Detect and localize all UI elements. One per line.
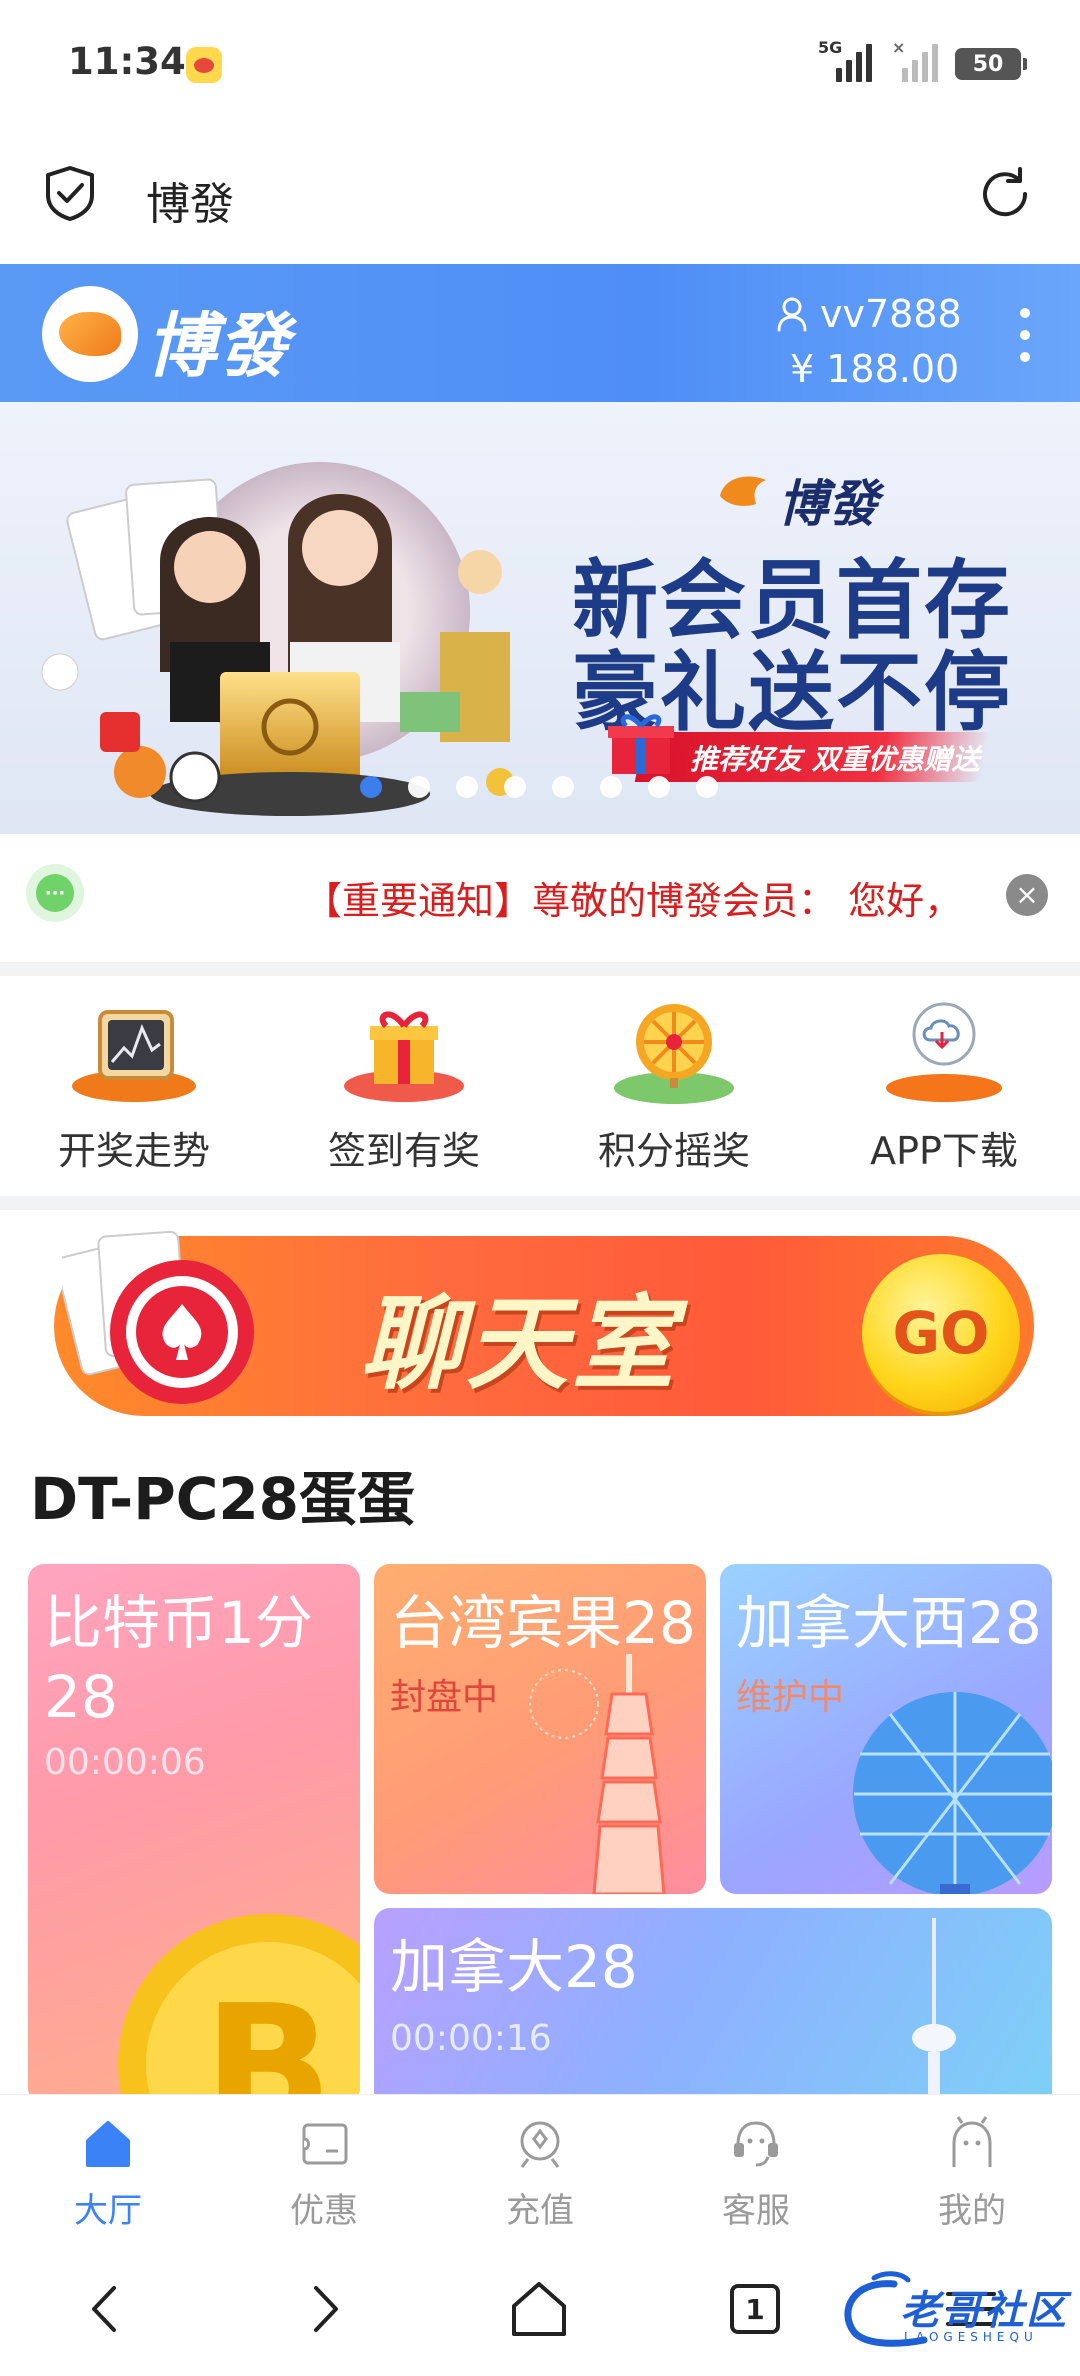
- notice-bar[interactable]: ··· 【重要通知】尊敬的博發会员： 您好， ×: [0, 834, 1080, 962]
- quick-item-signin[interactable]: 签到有奖: [294, 998, 514, 1188]
- gift-box-icon: [608, 714, 674, 774]
- recharge-icon: [520, 2121, 560, 2168]
- banner-ribbon-text: 推荐好友 双重优惠赠送: [690, 743, 980, 776]
- user-icon: [777, 297, 807, 332]
- game-name-line: 比特币1分: [44, 1589, 313, 1657]
- bitcoin-icon: B: [118, 1914, 360, 2104]
- quick-item-label: 开奖走势: [57, 1129, 210, 1173]
- quick-item-label: APP下载: [870, 1129, 1018, 1173]
- status-bar: 11:34 5G × 50: [0, 0, 1080, 130]
- banner-illustration: [41, 462, 514, 816]
- tabs-icon[interactable]: 1: [720, 2274, 790, 2344]
- tab-lobby[interactable]: 大厅: [38, 2115, 178, 2232]
- account-balance: ¥ 188.00: [790, 347, 960, 391]
- bottom-tab-bar: 大厅 优惠 充值 客服 我的: [0, 2094, 1080, 2244]
- tab-label: 充值: [506, 2191, 574, 2231]
- game-status: 封盘中: [390, 1677, 499, 1718]
- tab-count: 1: [730, 2284, 780, 2334]
- geodesic-dome-icon: [853, 1692, 1052, 1894]
- prize-wheel-icon: [614, 1004, 734, 1104]
- forward-icon[interactable]: [288, 2274, 358, 2344]
- chat-room-go-button[interactable]: GO: [862, 1254, 1020, 1412]
- promo-banner[interactable]: 博發 新会员首存 豪礼送不停 推荐好友 双重优惠赠送: [0, 402, 1080, 834]
- tab-promotions[interactable]: 优惠: [254, 2115, 394, 2232]
- carousel-dot[interactable]: [408, 776, 430, 798]
- tab-label: 大厅: [74, 2191, 142, 2231]
- tab-profile[interactable]: 我的: [902, 2115, 1042, 2232]
- app-header: 博發 vv7888 ¥ 188.00: [0, 264, 1080, 402]
- battery-icon: 50: [955, 48, 1027, 80]
- quick-item-lottery[interactable]: 积分摇奖: [564, 998, 784, 1188]
- tab-label: 我的: [938, 2191, 1006, 2231]
- customer-service-icon: [734, 2121, 778, 2167]
- more-vertical-icon[interactable]: [1018, 308, 1032, 362]
- svg-text:B: B: [203, 1969, 333, 2104]
- divider: [0, 962, 1080, 976]
- tab-label: 客服: [722, 2191, 790, 2231]
- signal-no-service-icon: [902, 42, 938, 82]
- game-countdown: 00:00:16: [390, 2018, 552, 2059]
- watermark-subtext: LAOGESHEQU: [904, 2330, 1038, 2344]
- watermark-text: 老哥社区: [900, 2288, 1068, 2334]
- banner-brand-text: 博發: [778, 475, 878, 533]
- home-icon: [86, 2121, 130, 2167]
- game-card-canada-28[interactable]: 加拿大28 00:00:16: [374, 1908, 1052, 2108]
- game-name: 加拿大28: [390, 1933, 638, 2001]
- carousel-dot[interactable]: [456, 776, 478, 798]
- cn-tower-icon: [912, 1918, 956, 2108]
- chat-room-title: 聊天室: [360, 1285, 678, 1404]
- weibo-icon: [186, 47, 222, 83]
- battery-level: 50: [972, 51, 1004, 77]
- user-info[interactable]: vv7888: [776, 292, 962, 336]
- coupon-icon: [302, 2123, 348, 2165]
- home-outline-icon[interactable]: [504, 2274, 574, 2344]
- banner-brand-icon: [720, 476, 766, 506]
- game-name: 台湾宾果28: [390, 1589, 696, 1657]
- notice-text: 【重要通知】尊敬的博發会员： 您好，: [304, 879, 963, 923]
- back-icon[interactable]: [72, 2274, 142, 2344]
- game-card-taiwan-bingo-28[interactable]: 台湾宾果28 封盘中: [374, 1564, 706, 1894]
- trend-chart-icon: [72, 1010, 196, 1102]
- carousel-dot[interactable]: [648, 776, 670, 798]
- gift-icon: [344, 1011, 464, 1102]
- quick-item-app-download[interactable]: APP下载: [834, 998, 1054, 1188]
- tab-customer-service[interactable]: 客服: [686, 2115, 826, 2232]
- status-time: 11:34: [68, 40, 186, 83]
- divider: [0, 1196, 1080, 1210]
- section-title: DT-PC28蛋蛋: [30, 1465, 416, 1533]
- browser-page-title: 博發: [146, 179, 234, 230]
- carousel-dot[interactable]: [504, 776, 526, 798]
- quick-item-trend[interactable]: 开奖走势: [24, 998, 244, 1188]
- refresh-icon[interactable]: [976, 165, 1034, 223]
- chat-bubble-icon: ···: [26, 864, 84, 922]
- game-name-line: 28: [44, 1663, 118, 1731]
- carousel-dots: [360, 776, 718, 798]
- carousel-dot[interactable]: [552, 776, 574, 798]
- quick-item-label: 积分摇奖: [597, 1129, 750, 1173]
- game-card-btc-1min-28[interactable]: B 比特币1分 28 00:00:06: [28, 1564, 360, 2104]
- profile-icon: [952, 2116, 992, 2167]
- quick-menu: 开奖走势 签到有奖 积分摇奖 APP下载: [0, 976, 1080, 1196]
- game-countdown: 00:00:06: [44, 1742, 206, 1783]
- poker-chip-icon: [62, 1230, 254, 1404]
- carousel-dot[interactable]: [696, 776, 718, 798]
- carousel-dot[interactable]: [600, 776, 622, 798]
- brand-logo-text: 博發: [146, 305, 290, 387]
- game-card-canada-west-28[interactable]: 加拿大西28 维护中: [720, 1564, 1052, 1894]
- browser-bar: 博發: [0, 130, 1080, 262]
- close-icon[interactable]: ×: [1006, 874, 1048, 916]
- taipei-tower-icon: [529, 1654, 666, 1894]
- brand-logo-icon: [42, 286, 138, 382]
- game-name: 比特币1分 28: [44, 1586, 313, 1734]
- carousel-dot[interactable]: [360, 776, 382, 798]
- game-name: 加拿大西28: [736, 1589, 1042, 1657]
- cloud-download-icon: [886, 1002, 1002, 1102]
- tab-label: 优惠: [290, 2191, 358, 2231]
- game-status: 维护中: [736, 1677, 845, 1718]
- shield-check-icon[interactable]: [44, 165, 96, 221]
- signal-icon: [836, 42, 872, 82]
- username: vv7888: [820, 292, 962, 336]
- tab-recharge[interactable]: 充值: [470, 2115, 610, 2232]
- quick-item-label: 签到有奖: [327, 1129, 480, 1173]
